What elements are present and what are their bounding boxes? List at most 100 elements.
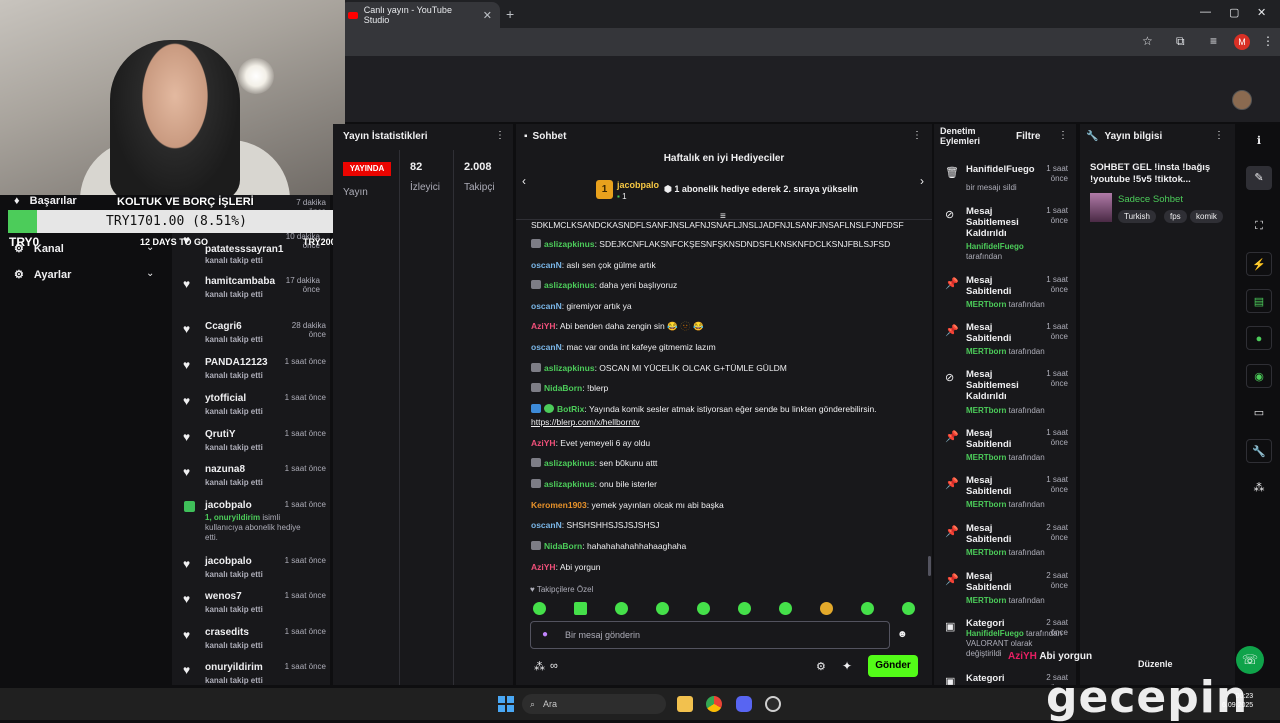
activity-user[interactable]: QrutiY (205, 429, 236, 440)
chat-bubble-icon[interactable]: ● (1246, 326, 1272, 350)
clipboard-icon[interactable]: ▤ (1246, 289, 1272, 313)
activity-user[interactable]: PANDA12123 (205, 357, 268, 368)
tag[interactable]: fps (1164, 210, 1187, 223)
activity-desc: kanalı takip etti (205, 478, 263, 487)
profile-avatar[interactable]: M (1234, 34, 1250, 50)
chat-user[interactable]: BotRix (557, 404, 584, 414)
star-icon[interactable]: ☆ (1142, 34, 1153, 48)
more-options-icon[interactable]: ⋮ (1058, 130, 1068, 141)
gifter-name[interactable]: jacobpalo (617, 180, 659, 190)
activity-user[interactable]: wenos7 (205, 591, 242, 602)
chat-user[interactable]: AziYH (531, 321, 556, 331)
taskbar-search[interactable]: ⌕ Ara (522, 694, 666, 714)
emote[interactable] (574, 602, 587, 615)
steam-icon[interactable] (765, 696, 781, 712)
emote[interactable] (615, 602, 628, 615)
minimize-button[interactable]: — (1200, 6, 1211, 18)
activity-user[interactable]: jacobpalo (205, 500, 252, 511)
chat-scrollbar[interactable] (928, 556, 931, 576)
chevron-right-icon[interactable]: › (920, 174, 924, 188)
more-options-icon[interactable]: ⋮ (912, 130, 922, 141)
chat-user[interactable]: aslizapkinus (544, 479, 595, 489)
emote[interactable] (779, 602, 792, 615)
chat-user[interactable]: Keromen1903 (531, 500, 587, 510)
activity-user[interactable]: crasedits (205, 627, 249, 638)
chevron-left-icon[interactable]: ‹ (522, 174, 526, 188)
help-chat-icon[interactable]: ☏ (1236, 646, 1264, 674)
filter-button[interactable]: Filtre (1016, 124, 1040, 148)
activity-user[interactable]: jacobpalo (205, 556, 252, 567)
emote[interactable] (902, 602, 915, 615)
activity-user[interactable]: onuryildirim (205, 662, 263, 673)
fullscreen-icon[interactable]: ⛶ (1246, 214, 1272, 238)
file-explorer-icon[interactable] (677, 696, 693, 712)
emote[interactable] (820, 602, 833, 615)
nav-item-achievements[interactable]: ♦ Başarılar (14, 195, 77, 207)
category-thumbnail (1090, 193, 1112, 222)
info-icon[interactable]: ℹ (1246, 129, 1272, 153)
close-tab-icon[interactable]: ✕ (483, 9, 492, 22)
activity-user[interactable]: ytofficial (205, 393, 246, 404)
lightning-icon[interactable]: ⚡ (1246, 252, 1272, 276)
verified-badge-icon (544, 404, 554, 413)
chat-user[interactable]: aslizapkinus (544, 239, 595, 249)
more-options-icon[interactable]: ⋮ (495, 130, 505, 141)
chrome-icon[interactable] (706, 696, 722, 712)
emote[interactable] (861, 602, 874, 615)
microphone-icon[interactable]: ● (542, 629, 548, 640)
moderation-time: 1 saat önce (1046, 206, 1068, 225)
maximize-button[interactable]: ▢ (1229, 6, 1239, 19)
chat-user[interactable]: AziYH (531, 438, 556, 448)
tag[interactable]: Turkish (1118, 210, 1156, 223)
activity-user[interactable]: patatesssayran1 (205, 244, 283, 255)
category-name[interactable]: Sadece Sohbet (1118, 194, 1183, 205)
chat-user[interactable]: aslizapkinus (544, 363, 595, 373)
media-icon[interactable]: ≡ (1210, 34, 1217, 48)
chat-user[interactable]: oscanN (531, 520, 562, 530)
browser-tab[interactable]: Canlı yayın - YouTube Studio ✕ (340, 2, 500, 28)
infinity-icon[interactable]: ∞ (550, 660, 558, 672)
chat-user[interactable]: aslizapkinus (544, 458, 595, 468)
chat-user[interactable]: AziYH (531, 562, 556, 572)
more-options-icon[interactable]: ⋮ (1214, 130, 1224, 141)
broadcast-icon[interactable]: ◉ (1246, 364, 1272, 388)
chat-user[interactable]: oscanN (531, 301, 562, 311)
edit-button[interactable]: Düzenle (1124, 654, 1224, 674)
close-window-button[interactable]: ✕ (1257, 6, 1266, 19)
edit-icon[interactable]: ✎ (1246, 166, 1272, 190)
send-button[interactable]: Gönder (868, 655, 918, 677)
activity-user[interactable]: hamitcambaba (205, 276, 275, 287)
chat-user[interactable]: oscanN (531, 342, 562, 352)
chat-user[interactable]: aslizapkinus (544, 280, 595, 290)
tag[interactable]: komik (1190, 210, 1223, 223)
emote[interactable] (738, 602, 751, 615)
menu-icon[interactable]: ⋮ (1262, 34, 1274, 48)
emote[interactable] (533, 602, 546, 615)
wrench-icon[interactable]: 🔧 (1246, 439, 1272, 463)
followers-value: 2.008 (464, 161, 492, 173)
nav-item-settings[interactable]: ⚙ Ayarlar (14, 268, 71, 282)
emoji-icon[interactable]: ☻ (897, 629, 908, 640)
activity-user[interactable]: Ccagri6 (205, 321, 242, 332)
chat-message: oscanN: SHSHSHHSJSJSJSHSJ (531, 520, 660, 530)
points-icon[interactable]: ⁂ (534, 660, 545, 673)
channel-avatar[interactable] (1232, 90, 1252, 110)
chat-user[interactable]: NidaBorn (544, 383, 582, 393)
discord-icon[interactable] (736, 696, 752, 712)
settings-icon[interactable]: ⚙ (816, 660, 826, 673)
new-tab-button[interactable]: + (506, 6, 514, 22)
gift-box-icon[interactable]: ✦ (842, 659, 852, 673)
chevron-down-icon[interactable]: ⌄ (146, 268, 154, 279)
windows-start-icon[interactable] (498, 696, 514, 712)
chat-input-box[interactable]: ● Bir mesaj gönderin ☻ (530, 621, 908, 649)
tab-title: Canlı yayın - YouTube Studio (363, 5, 452, 25)
extensions-icon[interactable]: ⧉ (1176, 34, 1185, 49)
emote[interactable] (656, 602, 669, 615)
activity-user[interactable]: nazuna8 (205, 464, 245, 475)
chat-user[interactable]: oscanN (531, 260, 562, 270)
emote[interactable] (697, 602, 710, 615)
chat-link[interactable]: https://blerp.com/x/hellborntv (531, 417, 640, 427)
layout-icon[interactable]: ▭ (1246, 401, 1272, 425)
chat-user[interactable]: NidaBorn (544, 541, 582, 551)
apps-icon[interactable]: ⁂ (1246, 476, 1272, 500)
